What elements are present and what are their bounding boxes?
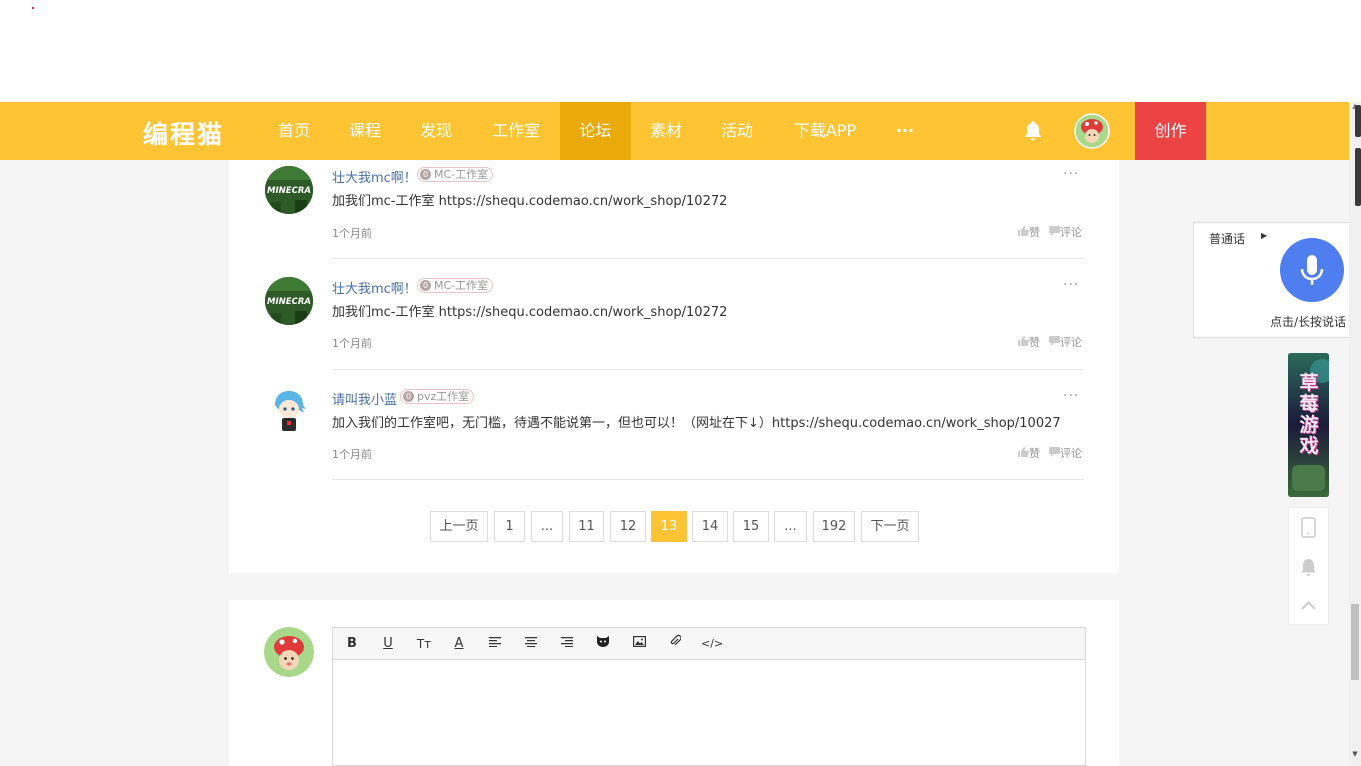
thumb-up-icon [1018,336,1029,346]
user-avatar[interactable] [1074,113,1110,149]
reply-content: 加入我们的工作室吧，无门槛，待遇不能说第一，但也可以！（网址在下↓）https:… [332,416,1061,431]
attachment-icon[interactable] [665,634,685,654]
studio-badge[interactable]: 0 MC-工作室 [417,278,494,293]
like-button[interactable]: 赞 [1018,224,1040,240]
thumb-up-icon [1018,447,1029,457]
reply-username[interactable]: 壮大我mc啊！ [332,167,417,186]
comment-button[interactable]: 评论 [1049,224,1082,240]
font-color-icon[interactable]: A [449,634,469,654]
badge-level: 0 [420,169,431,180]
top-blank-area [0,0,1361,102]
notification-bell-icon[interactable] [1289,548,1328,587]
editor-toolbar: B U Tт A </> [333,628,1085,660]
reply-avatar[interactable]: MINECRA [265,166,313,214]
svg-text:MINECRA: MINECRA [267,297,311,307]
emoji-cat-icon[interactable] [593,634,613,654]
editor-user-avatar[interactable] [264,627,314,677]
microphone-icon [1300,255,1324,285]
nav-discover[interactable]: 发现 [410,102,462,160]
badge-text: MC-工作室 [434,168,489,181]
align-center-icon[interactable] [521,634,541,654]
page-button[interactable]: 12 [610,511,646,542]
like-button[interactable]: 赞 [1018,445,1040,461]
caret-right-icon[interactable]: ▶ [1261,231,1267,240]
page-button[interactable]: 15 [733,511,769,542]
page-button[interactable]: 14 [692,511,728,542]
badge-text: pvz工作室 [417,390,470,403]
divider [332,369,1084,370]
nav-courses[interactable]: 课程 [339,102,391,160]
voice-language-select[interactable]: 普通话 [1209,230,1245,247]
page-button[interactable]: 192 [813,511,855,542]
nav-forum[interactable]: 论坛 [560,102,631,160]
prev-page-button[interactable]: 上一页 [430,511,488,542]
studio-badge[interactable]: 0 pvz工作室 [400,389,475,404]
thumb-up-icon [1018,226,1029,236]
mobile-icon[interactable] [1289,508,1328,547]
page-button[interactable]: 11 [569,511,604,542]
reply-username[interactable]: 壮大我mc啊！ [332,278,417,297]
comment-icon [1049,336,1060,346]
voice-hint: 点击/长按说话 [1270,315,1347,329]
side-ad-banner[interactable]: 草莓游戏 [1288,353,1329,497]
reply-more-button[interactable]: ··· [1063,388,1079,404]
side-banner-text: 草莓游戏 [1299,372,1319,457]
comment-button[interactable]: 评论 [1049,334,1082,350]
align-right-icon[interactable] [557,634,577,654]
top-navbar: 编程猫 首页 课程 发现 工作室 论坛 素材 活动 下载APP ··· 创作 [0,102,1349,160]
page-ellipsis: ... [531,511,563,542]
page-ellipsis: ... [774,511,807,542]
microphone-button[interactable] [1280,238,1344,302]
reply-time: 1个月前 [332,227,372,240]
code-icon[interactable]: </> [701,634,723,654]
reply-more-button[interactable]: ··· [1063,277,1079,293]
back-to-top-icon[interactable] [1289,587,1328,626]
divider [332,479,1084,480]
nav-studio[interactable]: 工作室 [481,102,551,160]
scroll-thumb[interactable] [1351,604,1359,680]
create-button[interactable]: 创作 [1135,102,1206,160]
reply-username[interactable]: 请叫我小蓝 [332,389,397,408]
reply-time: 1个月前 [332,448,372,461]
reply-time: 1个月前 [332,337,372,350]
like-button[interactable]: 赞 [1018,334,1040,350]
font-size-icon[interactable]: Tт [414,634,434,654]
reply-content: 加我们mc-工作室 https://shequ.codemao.cn/work_… [332,305,728,320]
page-button[interactable]: 1 [494,511,525,542]
reply-editor[interactable]: B U Tт A </> [332,627,1086,766]
divider [332,258,1084,259]
underline-icon[interactable]: U [378,634,398,654]
nav-events[interactable]: 活动 [711,102,763,160]
bell-icon[interactable] [1021,119,1045,143]
svg-text:MINECRA: MINECRA [267,186,311,196]
nav-materials[interactable]: 素材 [640,102,692,160]
scroll-down-arrow[interactable]: ▼ [1349,750,1361,764]
bold-icon[interactable]: B [342,634,362,654]
site-logo[interactable]: 编程猫 [143,115,224,151]
nav-more[interactable]: ··· [885,102,925,160]
next-page-button[interactable]: 下一页 [861,511,919,542]
voice-input-panel: 普通话 ▶ 点击/长按说话 [1193,222,1361,338]
reply-content: 加我们mc-工作室 https://shequ.codemao.cn/work_… [332,194,728,209]
nav-home[interactable]: 首页 [268,102,320,160]
nav-download-app[interactable]: 下载APP [782,102,868,160]
image-icon[interactable] [629,634,649,654]
reply-avatar[interactable] [265,387,313,435]
badge-level: 0 [403,391,414,402]
studio-badge[interactable]: 0 MC-工作室 [417,167,494,182]
reply-more-button[interactable]: ··· [1063,166,1079,182]
side-toolbar [1288,507,1329,625]
reply-avatar[interactable]: MINECRA [265,277,313,325]
comment-icon [1049,226,1060,236]
page-button-current[interactable]: 13 [651,511,687,542]
edge-widget-2 [1355,148,1361,206]
edge-widget-1 [1355,105,1361,137]
badge-level: 0 [420,280,431,291]
badge-text: MC-工作室 [434,279,489,292]
comment-icon [1049,447,1060,457]
comment-button[interactable]: 评论 [1049,445,1082,461]
red-dot [32,7,34,9]
align-left-icon[interactable] [485,634,505,654]
